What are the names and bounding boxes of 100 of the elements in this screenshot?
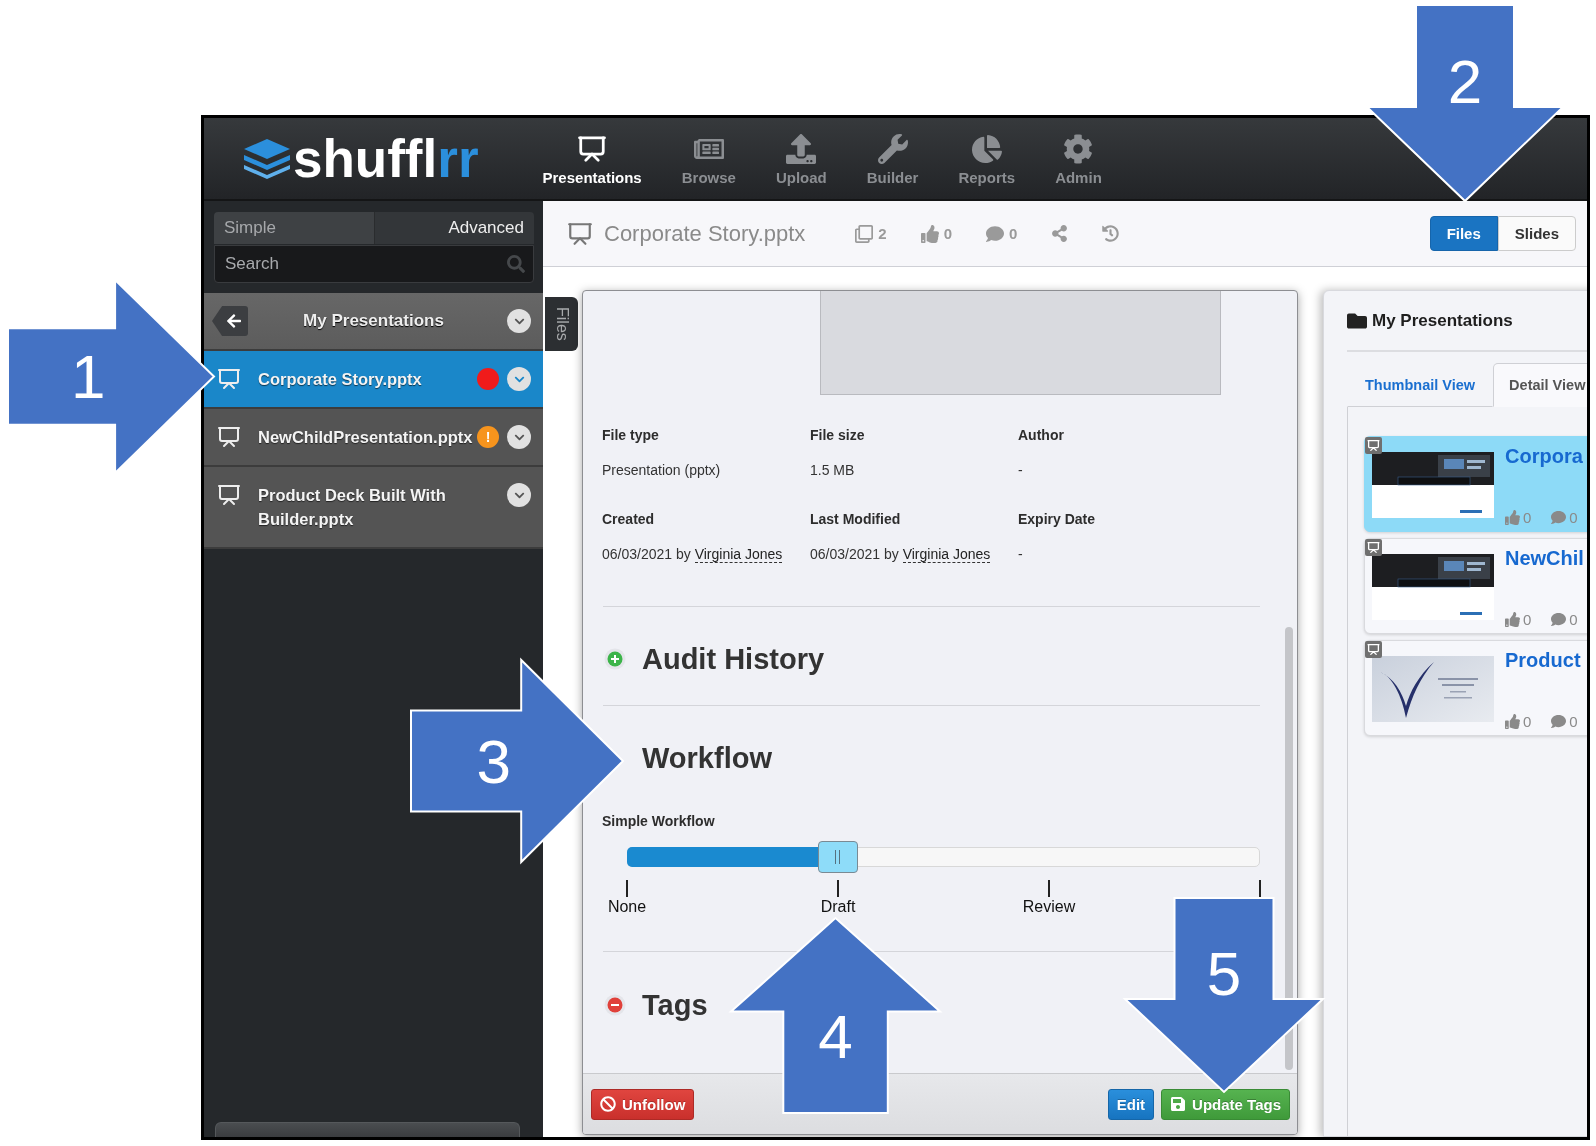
view-tab[interactable]: Slides bbox=[1497, 216, 1576, 251]
tick-mark bbox=[837, 880, 839, 897]
comment-count: 0 bbox=[1569, 713, 1578, 730]
comment-icon[interactable] bbox=[986, 224, 1005, 243]
user-link[interactable]: Virginia Jones bbox=[902, 546, 991, 563]
arrow-left-icon bbox=[226, 313, 242, 329]
workflow-label: Simple Workflow bbox=[602, 812, 715, 830]
presentation-item[interactable]: Product Deck Built With Builder.pptx bbox=[204, 467, 543, 549]
nav-item[interactable]: Admin bbox=[1035, 134, 1122, 187]
wrench-icon bbox=[877, 134, 908, 164]
user-link[interactable]: Virginia Jones bbox=[694, 546, 783, 563]
alert-badge: ! bbox=[477, 426, 499, 448]
presentation-icon bbox=[217, 425, 241, 449]
nav-item[interactable]: Reports bbox=[938, 134, 1036, 187]
comment-count: 0 bbox=[1569, 611, 1578, 628]
file-title: Corporate Story.pptx bbox=[604, 220, 806, 247]
action-button[interactable]: Unfollow bbox=[591, 1088, 695, 1120]
tick-mark bbox=[1259, 880, 1261, 897]
like-count: 0 bbox=[1523, 713, 1532, 730]
dropdown-button[interactable] bbox=[507, 367, 531, 391]
gear-icon bbox=[1063, 134, 1094, 164]
view-tab[interactable]: Files bbox=[1429, 216, 1498, 251]
layers-icon bbox=[244, 138, 290, 179]
thumbs-up-icon[interactable] bbox=[1505, 510, 1520, 525]
field-value: 06/03/2021 by Virginia Jones bbox=[810, 545, 991, 563]
dropdown-button[interactable] bbox=[507, 309, 531, 333]
stat-count: 0 bbox=[1009, 225, 1018, 242]
minus-circle-icon[interactable] bbox=[604, 994, 626, 1016]
section-title: Workflow bbox=[642, 741, 772, 775]
search-icon[interactable] bbox=[507, 255, 525, 273]
card-title[interactable]: NewChil bbox=[1505, 546, 1584, 570]
thumbs-up-icon[interactable] bbox=[1505, 714, 1520, 729]
presentation-icon bbox=[217, 367, 241, 391]
workflow-slider[interactable] bbox=[627, 841, 1260, 873]
nav-item[interactable]: Browse bbox=[661, 134, 756, 187]
comment-icon[interactable] bbox=[1551, 510, 1567, 525]
nav-item[interactable]: Presentations bbox=[522, 134, 662, 187]
section-title: Tags bbox=[642, 988, 708, 1022]
search-mode-tab[interactable]: Advanced bbox=[374, 212, 534, 244]
scrollbar[interactable] bbox=[1285, 627, 1293, 1070]
slider-thumb[interactable] bbox=[817, 841, 858, 873]
presentation-icon bbox=[567, 220, 593, 247]
stat-count: 2 bbox=[878, 225, 887, 242]
field-value: 1.5 MB bbox=[810, 461, 855, 479]
field-value: Presentation (pptx) bbox=[602, 461, 721, 479]
card-title[interactable]: Product bbox=[1505, 648, 1581, 672]
folder-title: My Presentations bbox=[302, 311, 445, 331]
library-title: My Presentations bbox=[1372, 311, 1513, 331]
search-mode-tab[interactable]: Simple bbox=[214, 212, 375, 244]
step-number: 5 bbox=[1206, 939, 1242, 1009]
tick-mark bbox=[1048, 880, 1050, 897]
field-label: Expiry Date bbox=[1018, 510, 1096, 528]
tick-mark bbox=[626, 880, 628, 897]
card-title[interactable]: Corpora bbox=[1505, 444, 1583, 468]
stop-label: Draft bbox=[820, 897, 856, 917]
like-count: 0 bbox=[1523, 611, 1532, 628]
presentation-icon bbox=[217, 483, 241, 507]
action-button[interactable]: Edit bbox=[1107, 1088, 1155, 1120]
back-button[interactable] bbox=[212, 306, 248, 336]
thumbs-up-icon[interactable] bbox=[1505, 612, 1520, 627]
presentation-icon bbox=[1365, 641, 1382, 658]
view-tab[interactable]: Detail View bbox=[1493, 363, 1587, 407]
upload-icon bbox=[786, 134, 817, 164]
field-label: Last Modified bbox=[810, 510, 901, 528]
action-button[interactable]: Update Tags bbox=[1161, 1088, 1290, 1120]
field-label: Created bbox=[602, 510, 655, 528]
presentation-item[interactable]: NewChildPresentation.pptx ! bbox=[204, 409, 543, 467]
field-value: 06/03/2021 by Virginia Jones bbox=[602, 545, 783, 563]
logo-text: shufflrr bbox=[293, 132, 479, 185]
presentation-card[interactable]: Corpora 0 0 bbox=[1364, 436, 1587, 532]
stat-count: 0 bbox=[943, 225, 953, 242]
field-label: File type bbox=[602, 426, 659, 444]
presentation-icon bbox=[577, 134, 608, 164]
thumbs-up-icon[interactable] bbox=[920, 224, 939, 243]
history-icon[interactable] bbox=[1102, 225, 1120, 242]
stop-label: None bbox=[607, 897, 647, 917]
presentation-icon bbox=[1365, 437, 1382, 454]
section-title: Audit History bbox=[642, 642, 825, 676]
search-field[interactable]: Search bbox=[214, 245, 534, 283]
like-count: 0 bbox=[1523, 509, 1532, 526]
copy-icon[interactable] bbox=[855, 224, 874, 243]
step-number: 2 bbox=[1447, 46, 1483, 116]
share-icon[interactable] bbox=[1051, 225, 1069, 242]
ban-icon bbox=[600, 1096, 616, 1112]
plus-circle-icon[interactable] bbox=[604, 648, 626, 670]
presentation-card[interactable]: Product 0 0 bbox=[1364, 640, 1587, 736]
dropdown-button[interactable] bbox=[507, 425, 531, 449]
comment-icon[interactable] bbox=[1551, 612, 1567, 627]
nav-item[interactable]: Builder bbox=[846, 134, 939, 187]
save-icon bbox=[1170, 1096, 1187, 1112]
comment-icon[interactable] bbox=[1551, 714, 1567, 729]
nav-item[interactable]: Upload bbox=[755, 134, 847, 187]
stop-label: Review bbox=[1022, 897, 1076, 917]
dropdown-button[interactable] bbox=[507, 483, 531, 507]
presentation-card[interactable]: NewChil 0 0 bbox=[1364, 538, 1587, 634]
presentation-item[interactable]: Corporate Story.pptx bbox=[204, 351, 543, 409]
files-tab[interactable]: Files bbox=[545, 297, 578, 351]
field-label: File size bbox=[810, 426, 865, 444]
step-number: 4 bbox=[818, 1002, 853, 1072]
step-number: 1 bbox=[71, 342, 106, 411]
